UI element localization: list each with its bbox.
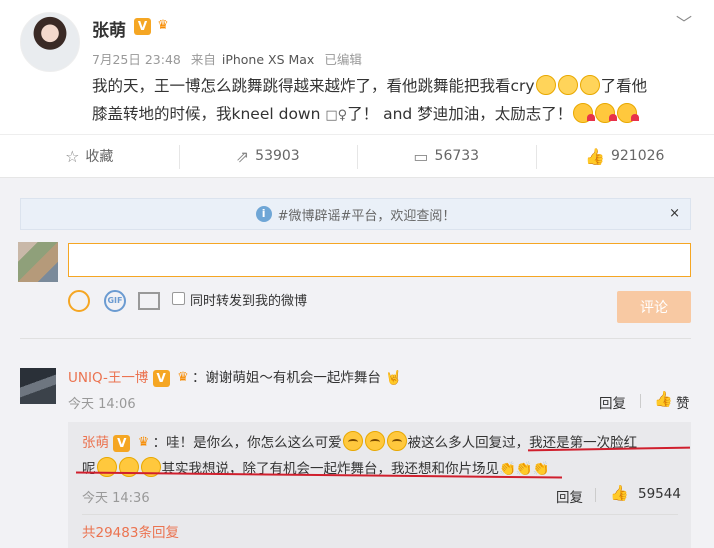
submit-comment-button[interactable]: 评论 [617,291,691,323]
author-badges: V ♛ [134,18,172,35]
favorite-label: 收藏 [85,149,114,165]
nested-reply-box: 张萌 V ♛ ：哇！是你么，你怎么这么可爱 被这么多人回复过，我还是第一次脸红 呢其… [68,422,691,548]
post-meta: 7月25日 23:48 来自 iPhone XS Max 已编辑 [92,49,368,68]
share-icon: ⇗ [235,146,250,166]
post-timestamp[interactable]: 7月25日 23:48 [92,52,181,67]
info-icon: i [255,206,272,222]
separator [595,488,596,502]
divider [20,338,691,339]
laughing-emoji-icon [386,431,407,451]
repost-count: 53903 [255,148,300,164]
reply-text-c: 呢 [82,461,96,477]
reply-button[interactable]: 回复 [599,392,626,412]
crown-member-icon[interactable]: ♛ [154,18,172,34]
edited-label[interactable]: 已编辑 [324,52,362,67]
verified-v-icon[interactable]: V [134,18,151,35]
verified-v-icon[interactable]: V [152,369,170,387]
weibo-post: 张萌 V ♛ ﹀ 7月25日 23:48 来自 iPhone XS Max 已编… [0,0,714,134]
current-user-avatar [18,242,58,282]
author-name[interactable]: 张萌 [92,16,126,41]
reply-author-name[interactable]: 张萌 [82,435,109,451]
comment-button[interactable]: ▭ 56733 [357,135,536,177]
crown-member-icon[interactable]: ♛ [135,435,153,451]
reply-reply-button[interactable]: 回复 [556,486,583,506]
repost-checkbox-label[interactable]: 同时转发到我的微博 [190,290,307,309]
comment-section: i #微博辟谣#平台，欢迎查阅！ × GIF 同时转发到我的微博 评论 UNIQ… [0,178,714,548]
thumbs-up-icon[interactable]: 👍 [654,390,673,408]
content-line1: 我的天，王一博怎么跳舞跳得越来越炸了，看他跳舞能把我看cry [92,77,535,95]
chevron-down-icon[interactable]: ﹀ [676,10,692,34]
shy-emoji-icon [96,457,117,477]
rock-hand-emoji-icon: 🤘 [385,370,403,386]
repost-button[interactable]: ⇗ 53903 [178,135,358,177]
thumbs-up-icon: 👍 [585,146,605,166]
comment-time: 今天 14:06 [68,397,136,412]
separator [640,394,641,408]
verified-v-icon[interactable]: V [113,434,131,452]
source-prefix: 来自 [190,52,216,67]
kiss-emoji-icon [595,102,618,123]
divider [82,514,678,515]
image-upload-icon[interactable] [138,292,160,310]
author-avatar[interactable] [20,12,80,72]
comment-count: 56733 [434,148,480,164]
comment-icon: ▭ [413,146,429,166]
comment-text: ：谢谢萌姐～有机会一起炸舞台 [191,370,381,386]
like-count: 921026 [610,148,665,164]
post-source: iPhone XS Max [221,52,315,67]
emoji-picker-icon[interactable] [68,290,90,312]
crying-emoji-icon [579,74,600,95]
repost-checkbox[interactable] [172,292,185,305]
reply-text-a: ：哇！是你么，你怎么这么可爱 [152,435,342,451]
reply-like-count[interactable]: 59544 [638,486,681,502]
comment-input[interactable] [68,243,691,277]
notice-banner: i #微博辟谣#平台，欢迎查阅！ × [20,198,691,230]
laughing-emoji-icon [364,431,385,451]
crown-member-icon[interactable]: ♛ [174,370,192,386]
like-button[interactable]: 👍 921026 [535,135,714,177]
man-kneeling-icon: □♀ [325,108,348,123]
kiss-emoji-icon [573,102,596,123]
notice-text[interactable]: #微博辟谣#平台，欢迎查阅！ [278,205,456,224]
star-icon: ☆ [65,146,80,166]
crying-emoji-icon [557,74,578,95]
content-line1-tail: 了看他 [600,77,648,95]
post-action-bar: ☆ 收藏 ⇗ 53903 ▭ 56733 👍 921026 [0,134,714,178]
comment-like-label[interactable]: 赞 [676,392,690,412]
crying-emoji-icon [535,74,556,95]
favorite-button[interactable]: ☆ 收藏 [0,135,179,177]
gif-icon[interactable]: GIF [104,290,126,312]
thumbs-up-icon[interactable]: 👍 [610,484,629,502]
clapping-hands-icon: 👏👏👏 [499,461,550,477]
laughing-emoji-icon [342,431,363,451]
content-line2-tail: 了！ and 梦迪加油，太励志了！ [347,105,573,123]
commenter-name[interactable]: UNIQ-王一博 [68,370,148,386]
commenter-avatar[interactable] [20,368,56,404]
comment-text-line: UNIQ-王一博 V ♛ ：谢谢萌姐～有机会一起炸舞台 🤘 [68,366,402,387]
more-replies-link[interactable]: 共29483条回复 [82,521,179,541]
kiss-emoji-icon [617,102,640,123]
close-icon[interactable]: × [669,206,680,221]
content-line2: 膝盖转地的时候，我kneel down [92,105,321,123]
post-content: 我的天，王一博怎么跳舞跳得越来越炸了，看他跳舞能把我看cry 了看他 膝盖转地的时… [92,72,702,130]
reply-time: 今天 14:36 [82,491,150,506]
